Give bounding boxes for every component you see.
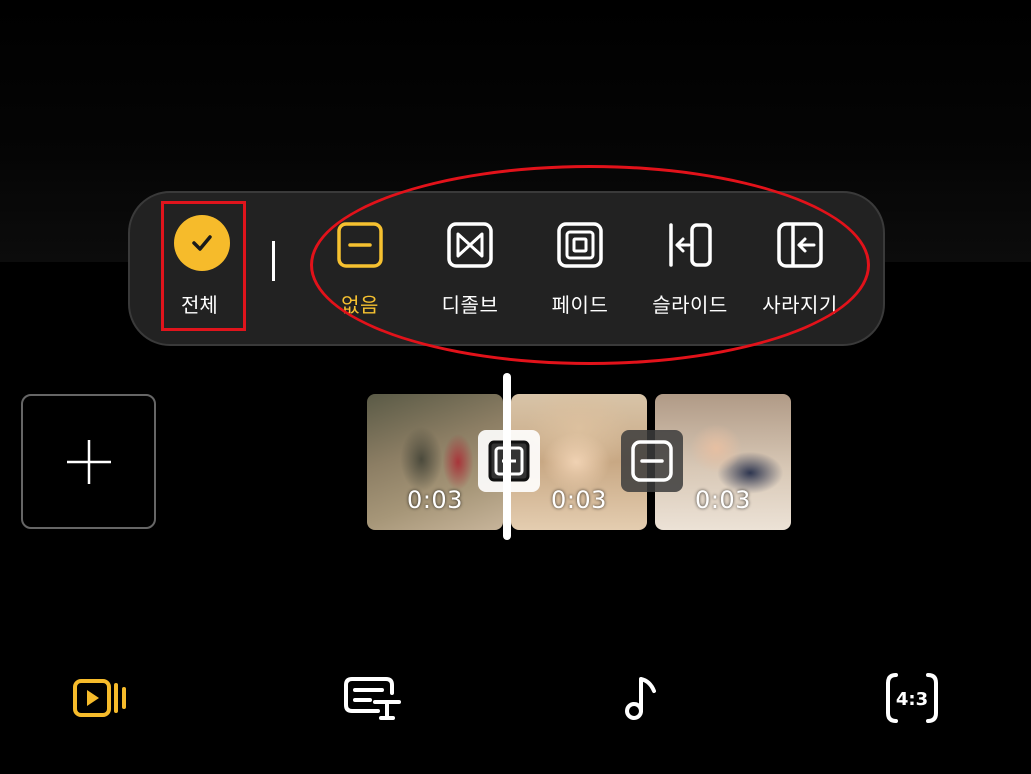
add-clip-button[interactable] [21, 394, 156, 529]
text-caption-icon [344, 677, 401, 720]
transition-option-label: 사라지기 [762, 293, 838, 317]
video-clips-icon [73, 679, 126, 717]
transition-option-none[interactable]: 없음 [310, 193, 410, 344]
tool-aspect-ratio[interactable]: 4:3 [882, 668, 942, 728]
transition-handle-2[interactable] [621, 430, 683, 492]
music-note-icon [625, 677, 656, 720]
tool-music[interactable] [612, 668, 672, 728]
panel-divider [272, 241, 275, 281]
transition-option-disappear[interactable]: 사라지기 [750, 193, 850, 344]
tool-video-clips[interactable] [71, 668, 131, 728]
tool-text[interactable] [342, 668, 402, 728]
slide-icon [664, 219, 716, 271]
transition-option-label: 슬라이드 [652, 293, 728, 317]
playhead[interactable] [503, 373, 511, 540]
transition-option-label: 페이드 [551, 293, 609, 317]
annotation-box [161, 201, 246, 331]
disappear-icon [774, 219, 826, 271]
transition-panel: 전체 없음 디졸브 페이드 슬라이드 사라지기 [128, 191, 885, 346]
aspect-ratio-icon: 4:3 [886, 673, 938, 723]
transition-option-label: 없음 [341, 293, 379, 317]
transition-option-slide[interactable]: 슬라이드 [640, 193, 740, 344]
aspect-ratio-label: 4:3 [896, 689, 928, 710]
minus-square-icon [631, 440, 673, 482]
transition-option-dissolve[interactable]: 디졸브 [420, 193, 520, 344]
fade-icon [554, 219, 606, 271]
transition-option-label: 디졸브 [441, 293, 499, 317]
plus-icon [66, 439, 111, 484]
minus-square-icon [334, 219, 386, 271]
dissolve-icon [444, 219, 496, 271]
transition-option-fade[interactable]: 페이드 [530, 193, 630, 344]
